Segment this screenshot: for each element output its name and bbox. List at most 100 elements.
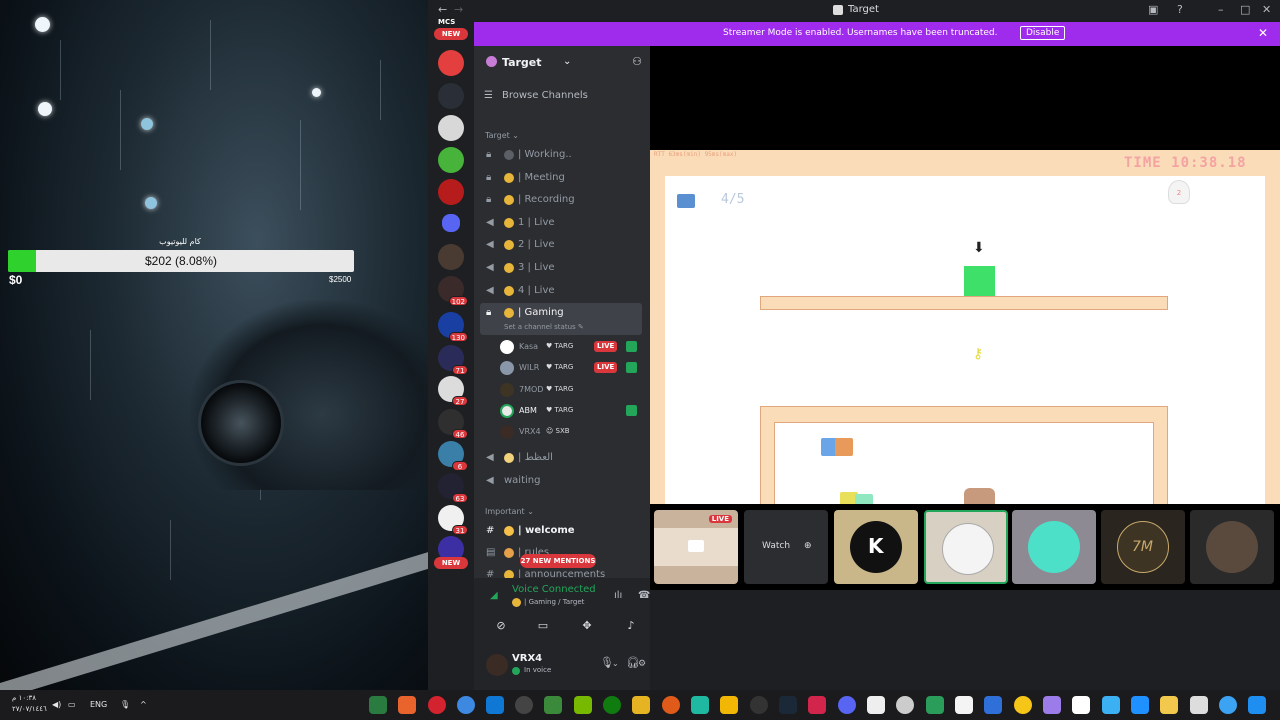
game-stream[interactable]: RTT 63ms(min) 95ms(max) 4/5 ⬇ ⚷ TIME 10:… xyxy=(650,150,1280,504)
microphone-icon[interactable]: 🎙︎ xyxy=(120,700,130,709)
channel-live-2[interactable]: ◀︎ 2 | Live xyxy=(480,235,642,255)
close-icon[interactable]: ✕ xyxy=(1258,26,1268,40)
steam-icon[interactable] xyxy=(779,696,797,714)
participant-tile-kasa[interactable]: K xyxy=(834,510,918,584)
disable-streamer-mode-button[interactable]: Disable xyxy=(1020,26,1066,40)
app-icon-20[interactable] xyxy=(926,696,944,714)
server-icon-13[interactable]: 63 xyxy=(438,473,468,503)
app-icon-14[interactable] xyxy=(750,696,768,714)
nvidia-icon[interactable] xyxy=(574,696,592,714)
stream-tile-live[interactable]: LIVE xyxy=(654,510,738,584)
participant-tile-7mod[interactable]: 7M xyxy=(1101,510,1185,584)
new-servers-pill[interactable]: NEW xyxy=(434,28,468,40)
app-icon-11[interactable] xyxy=(662,696,680,714)
server-icon-12[interactable]: 6 xyxy=(438,441,468,471)
windows-start-icon[interactable] xyxy=(1248,696,1266,714)
server-icon-4[interactable] xyxy=(438,147,464,173)
app-icon-25[interactable] xyxy=(1072,696,1090,714)
screen-share-icon[interactable]: ▭ xyxy=(524,616,562,636)
app-icon-18[interactable] xyxy=(867,696,885,714)
clock-date[interactable]: ٢٧/٠٧/١٤٤٦ xyxy=(12,705,47,713)
obs-icon[interactable] xyxy=(515,696,533,714)
voice-user-wilr[interactable]: WILR ♥ TARG LIVE xyxy=(498,359,642,377)
maximize-icon[interactable]: □ xyxy=(1240,3,1250,16)
language-indicator[interactable]: ENG xyxy=(90,700,107,709)
xbox-icon[interactable] xyxy=(603,696,621,714)
volume-icon[interactable]: ◀) xyxy=(52,700,61,709)
server-icon-11[interactable]: 46 xyxy=(438,409,468,439)
clock-time[interactable]: ١٠:٣٨ م xyxy=(12,694,36,702)
set-channel-status[interactable]: Set a channel status ✎ xyxy=(504,323,584,331)
app-icon-2[interactable] xyxy=(398,696,416,714)
settings-gear-icon[interactable]: ⚙ xyxy=(638,659,646,669)
avatar[interactable] xyxy=(486,654,508,676)
opera-icon[interactable] xyxy=(428,696,446,714)
server-icon-14[interactable]: 31 xyxy=(438,505,468,535)
app-icon-27[interactable] xyxy=(1131,696,1149,714)
voice-status[interactable]: Voice Connected xyxy=(512,584,596,595)
voice-user-7mod[interactable]: 7MOD ♥ TARG xyxy=(498,381,642,399)
app-icon-5[interactable] xyxy=(486,696,504,714)
channel-live-4[interactable]: ◀︎ 4 | Live xyxy=(480,281,642,301)
username[interactable]: VRX4 xyxy=(512,653,542,664)
app-icon-22[interactable] xyxy=(984,696,1002,714)
voice-user-abm[interactable]: ABM ♥ TARG xyxy=(498,402,642,420)
channel-meeting[interactable]: 🔒︎ | Meeting xyxy=(480,168,642,188)
camera-off-icon[interactable]: ⊘ xyxy=(482,616,520,636)
channel-live-1[interactable]: ◀︎ 1 | Live xyxy=(480,213,642,233)
server-icon-5[interactable] xyxy=(438,179,464,205)
server-icon-9[interactable]: 71 xyxy=(438,345,468,375)
voice-user-vrx4[interactable]: VRX4 ☺ SXB xyxy=(498,423,642,441)
server-icon-3[interactable] xyxy=(438,115,464,141)
file-icon[interactable] xyxy=(955,696,973,714)
server-icon-8[interactable]: 130 xyxy=(438,312,468,342)
voice-user-kasa[interactable]: Kasa ♥ TARG LIVE xyxy=(498,338,642,356)
network-icon[interactable]: ▭ xyxy=(68,700,76,709)
category-important[interactable]: Important ⌄ xyxy=(485,507,534,516)
forward-arrow-icon[interactable]: → xyxy=(454,3,463,16)
soundboard-icon[interactable]: ♪ xyxy=(612,616,650,636)
participant-tile-wilr[interactable] xyxy=(1012,510,1096,584)
channel-working[interactable]: 🔒︎ | Working.. xyxy=(480,145,642,165)
server-label-mcs[interactable]: MCS xyxy=(438,18,455,26)
server-icon-10[interactable]: 27 xyxy=(438,376,468,406)
app-icon-7[interactable] xyxy=(544,696,562,714)
show-hidden-icons[interactable]: ^ xyxy=(140,700,147,709)
server-icon-6[interactable] xyxy=(438,244,464,270)
channel-recording[interactable]: 🔒︎ | Recording xyxy=(480,190,642,210)
server-icon-7[interactable]: 102 xyxy=(438,276,468,306)
back-arrow-icon[interactable]: ← xyxy=(438,3,447,16)
category-target[interactable]: Target ⌄ xyxy=(485,131,519,140)
app-icon-29[interactable] xyxy=(1190,696,1208,714)
app-icon-10[interactable] xyxy=(632,696,650,714)
help-icon[interactable]: ? xyxy=(1177,3,1183,16)
file-explorer-icon[interactable] xyxy=(1160,696,1178,714)
app-icon-1[interactable] xyxy=(369,696,387,714)
signal-icon[interactable]: ◢ xyxy=(490,590,498,601)
participant-tile-vrx4[interactable] xyxy=(1190,510,1274,584)
app-icon-23[interactable] xyxy=(1014,696,1032,714)
browse-channels-button[interactable]: ☰ Browse Channels xyxy=(484,90,588,101)
app-icon-26[interactable] xyxy=(1102,696,1120,714)
server-icon-2[interactable] xyxy=(438,83,464,109)
inbox-icon[interactable]: ▣ xyxy=(1148,3,1158,16)
server-header[interactable]: Target ⌄ ⚇ xyxy=(474,46,650,80)
server-icon-1[interactable] xyxy=(438,50,464,76)
channel-live-3[interactable]: ◀︎ 3 | Live xyxy=(480,258,642,278)
chrome-icon[interactable] xyxy=(457,696,475,714)
noise-suppression-icon[interactable]: ılı xyxy=(614,590,622,601)
channel-waiting[interactable]: ◀︎ waiting xyxy=(480,471,642,491)
popout-icon[interactable]: ⊕ xyxy=(804,541,812,551)
minimize-icon[interactable]: – xyxy=(1218,3,1224,16)
invite-people-icon[interactable]: ⚇ xyxy=(632,55,642,68)
app-icon-19[interactable] xyxy=(896,696,914,714)
server-folder-icon[interactable] xyxy=(442,214,460,232)
search-icon[interactable] xyxy=(1219,696,1237,714)
rockstar-icon[interactable] xyxy=(720,696,738,714)
channel-arabic[interactable]: ◀︎ | العظط xyxy=(480,448,642,468)
discord-icon[interactable] xyxy=(838,696,856,714)
disconnect-icon[interactable]: ☎ xyxy=(638,590,650,601)
channel-gaming[interactable]: 🔒︎ | Gaming Set a channel status ✎ xyxy=(480,303,642,335)
stream-tile-watch[interactable]: Watch ⊕ xyxy=(744,510,828,584)
new-mentions-pill[interactable]: 27 NEW MENTIONS xyxy=(520,554,596,568)
